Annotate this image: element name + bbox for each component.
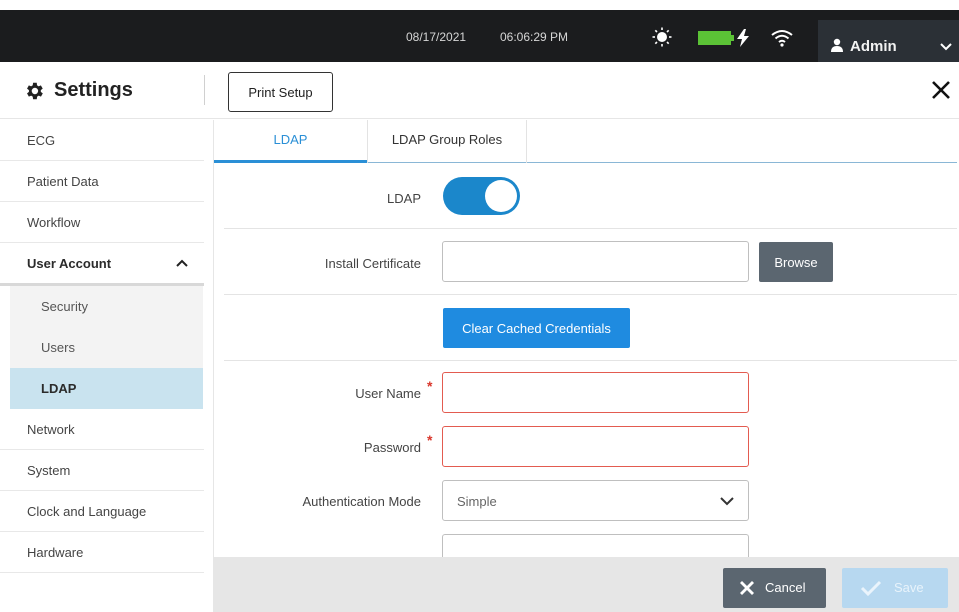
sidebar-item-users[interactable]: Users [10, 327, 203, 368]
password-label: Password [363, 440, 421, 455]
ldap-toggle-label: LDAP [387, 191, 421, 206]
certificate-path-input[interactable] [442, 241, 749, 282]
chevron-down-icon [720, 497, 734, 506]
sidebar-item-label: Hardware [27, 545, 84, 560]
sidebar-item-label: User Account [27, 256, 112, 271]
authentication-mode-select[interactable]: Simple [442, 480, 749, 521]
brightness-icon[interactable] [652, 27, 672, 47]
save-button[interactable]: Save [842, 568, 948, 608]
sidebar-item-label: Clock and Language [27, 504, 147, 519]
close-icon[interactable] [930, 79, 952, 101]
page-title: Settings [54, 79, 133, 101]
sidebar-item-hardware[interactable]: Hardware [0, 532, 204, 573]
row-divider [224, 360, 957, 361]
status-bar: 08/17/2021 06:06:29 PM Admin [0, 10, 959, 72]
toggle-knob [485, 180, 517, 212]
user-icon [831, 38, 843, 52]
close-icon [740, 581, 754, 595]
sidebar-item-label: Network [27, 422, 75, 437]
required-indicator: * [427, 432, 433, 448]
user-name-label: User Name [355, 386, 421, 401]
row-divider [224, 294, 957, 295]
status-date: 08/17/2021 [406, 30, 467, 44]
user-name: Admin [850, 38, 897, 55]
chevron-up-icon [176, 259, 188, 267]
sidebar-item-user-account[interactable]: User Account [0, 243, 204, 284]
cancel-button[interactable]: Cancel [723, 568, 826, 608]
sidebar-item-workflow[interactable]: Workflow [0, 202, 204, 243]
sidebar-item-ecg[interactable]: ECG [0, 120, 204, 161]
install-certificate-label: Install Certificate [324, 256, 421, 271]
required-indicator: * [427, 378, 433, 394]
tab-ldap[interactable]: LDAP [214, 120, 367, 163]
sidebar-item-ldap[interactable]: LDAP [10, 368, 203, 409]
password-field[interactable] [442, 426, 749, 467]
row-divider [224, 228, 957, 229]
sidebar-item-system[interactable]: System [0, 450, 204, 491]
settings-sidebar: ECG Patient Data Workflow User Account S… [0, 120, 204, 612]
battery-icon [698, 31, 734, 45]
checkmark-icon [860, 580, 882, 596]
sidebar-item-label: ECG [27, 133, 56, 148]
action-footer: Cancel Save [213, 557, 959, 612]
charging-icon [737, 29, 749, 47]
settings-header: Settings Print Setup [0, 62, 959, 119]
next-field-input[interactable] [442, 534, 749, 557]
tab-ldap-group-roles[interactable]: LDAP Group Roles [367, 120, 527, 163]
status-time: 06:06:29 PM [500, 30, 569, 44]
save-label: Save [894, 580, 924, 595]
ldap-toggle[interactable] [443, 177, 520, 215]
sidebar-item-label: System [27, 463, 71, 478]
sidebar-item-clock-language[interactable]: Clock and Language [0, 491, 204, 532]
print-setup-button[interactable]: Print Setup [228, 72, 333, 112]
sidebar-item-patient-data[interactable]: Patient Data [0, 161, 204, 202]
header-divider [204, 75, 205, 105]
tab-bar: LDAP LDAP Group Roles [214, 120, 957, 163]
gear-icon [27, 82, 43, 100]
wifi-icon[interactable] [771, 29, 793, 47]
sidebar-item-label: Workflow [27, 215, 81, 230]
sidebar-item-label: Security [41, 299, 88, 314]
sidebar-item-label: Users [41, 340, 75, 355]
browse-button[interactable]: Browse [759, 242, 833, 282]
sidebar-item-label: Patient Data [27, 174, 99, 189]
ldap-settings-panel: LDAP LDAP Group Roles LDAP Install Certi… [213, 120, 959, 557]
sidebar-item-security[interactable]: Security [10, 286, 203, 327]
clear-cached-credentials-button[interactable]: Clear Cached Credentials [443, 308, 630, 348]
user-name-field[interactable] [442, 372, 749, 413]
cancel-label: Cancel [765, 580, 806, 595]
authentication-mode-label: Authentication Mode [302, 494, 421, 509]
sidebar-item-label: LDAP [41, 381, 77, 396]
chevron-down-icon [940, 43, 952, 51]
selected-value: Simple [457, 494, 497, 509]
sidebar-item-network[interactable]: Network [0, 409, 204, 450]
